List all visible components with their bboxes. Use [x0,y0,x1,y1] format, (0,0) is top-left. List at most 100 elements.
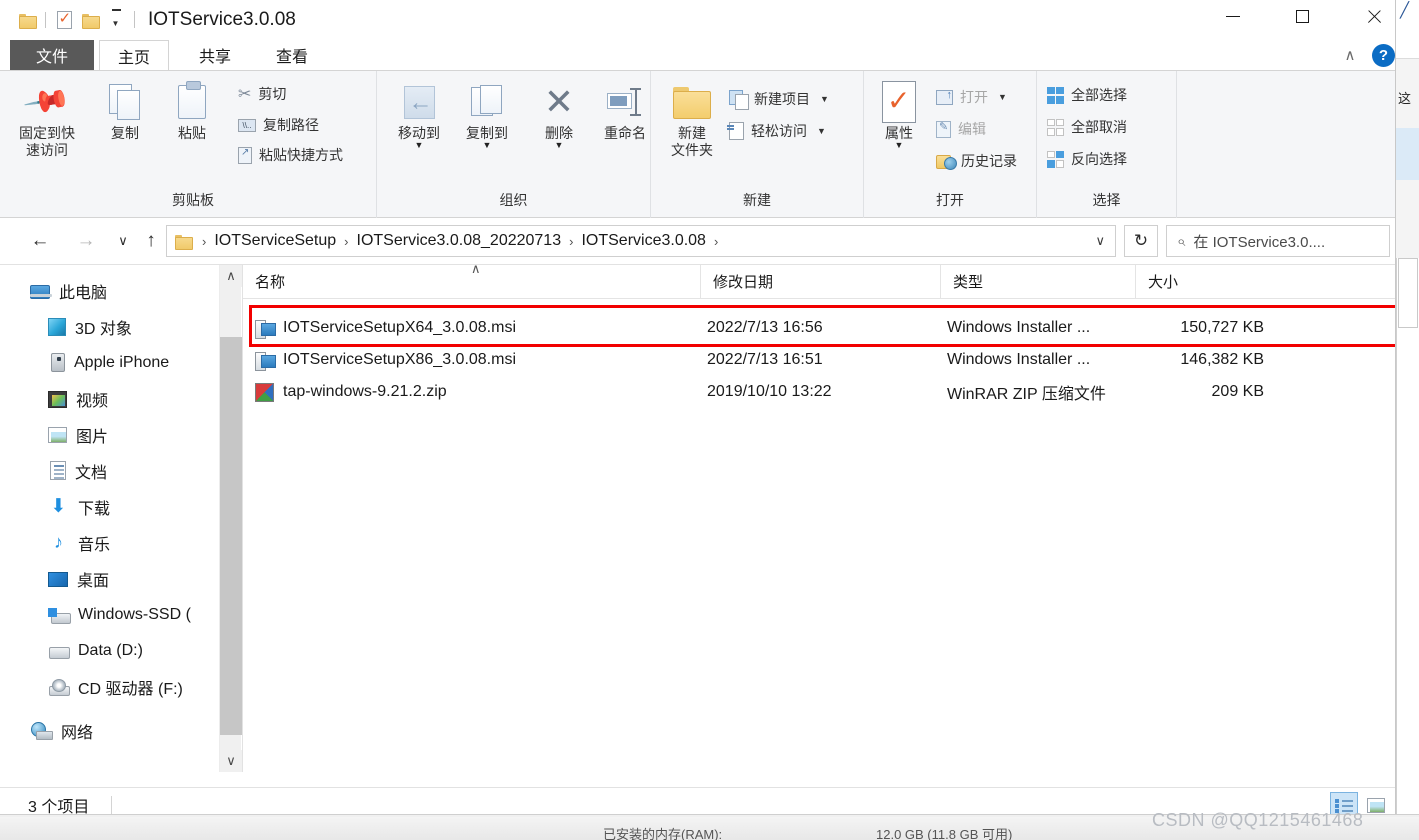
open-button[interactable]: 打开 ▼ [936,87,1007,107]
breadcrumb-item-1[interactable]: IOTService3.0.08_20220713 [357,232,562,250]
easy-access-caret-icon[interactable]: ▼ [817,126,826,136]
sidebar-item-videos[interactable]: 视频 [48,385,108,412]
navigation-pane-scrollbar[interactable]: ∧ ∨ [219,265,242,772]
new-folder-icon[interactable] [77,8,103,32]
column-header-size[interactable]: 大小 [1136,265,1296,298]
copy-to-caret-icon[interactable]: ▼ [483,140,492,150]
history-button[interactable]: 历史记录 [936,151,1017,171]
select-none-button[interactable]: 全部取消 [1047,117,1127,137]
new-item-icon [729,90,749,110]
tab-share[interactable]: 共享 [176,40,254,70]
ribbon-group-clipboard-label: 剪贴板 [172,192,214,208]
paste-button[interactable]: 粘贴 [155,79,229,142]
sidebar-item-data-drive[interactable]: Data (D:) [48,637,143,664]
edit-label: 编辑 [958,121,986,137]
breadcrumb-item-2[interactable]: IOTService3.0.08 [581,232,706,250]
quick-access-toolbar[interactable]: ▼ [14,8,129,32]
help-icon[interactable]: ? [1372,44,1395,67]
move-to-caret-icon[interactable]: ▼ [415,140,424,150]
invert-selection-button[interactable]: 反向选择 [1047,149,1127,169]
tab-view[interactable]: 查看 [253,40,331,70]
watermark: CSDN @QQ1215461468 [1152,810,1364,830]
recent-locations-icon[interactable]: ∨ [110,228,136,254]
scrollbar-thumb[interactable] [220,337,242,735]
cut-button[interactable]: ✂ 剪切 [238,84,286,104]
breadcrumb-item-0[interactable]: IOTServiceSetup [214,232,336,250]
table-row[interactable]: tap-windows-9.21.2.zip 2019/10/10 13:22 … [243,376,1395,408]
file-name-cell[interactable]: IOTServiceSetupX64_3.0.08.msi [255,312,516,344]
new-item-caret-icon[interactable]: ▼ [820,94,829,104]
up-button[interactable]: ↑ [138,228,164,254]
column-header-type[interactable]: 类型 [941,265,1136,298]
column-header-date[interactable]: 修改日期 [701,265,941,298]
maximize-button[interactable] [1279,0,1326,33]
sidebar-item-this-pc[interactable]: 此电脑 [30,277,107,304]
copy-button[interactable]: 复制 [88,79,162,142]
back-button[interactable]: ← [27,228,53,254]
edit-button[interactable]: 编辑 [936,119,986,139]
close-button[interactable] [1350,0,1395,33]
new-item-button[interactable]: 新建项目 ▼ [729,89,829,110]
search-box[interactable]: ⌕ 在 IOTService3.0.... [1166,225,1390,257]
folder-icon[interactable] [14,8,40,32]
navigation-pane[interactable]: 此电脑 3D 对象 Apple iPhone 视频 图片 文档 ⬇ 下载 ♪ 音… [0,265,218,772]
file-list-pane[interactable]: 名称 ∧ 修改日期 类型 大小 IOTServiceSetupX64_3.0.0… [242,261,1395,772]
sidebar-item-3d-objects[interactable]: 3D 对象 [48,313,132,340]
customize-qat-caret-icon[interactable]: ▼ [103,8,129,32]
sidebar-item-label: Apple iPhone [74,353,170,371]
sidebar-item-documents[interactable]: 文档 [48,457,107,484]
file-name-cell[interactable]: IOTServiceSetupX86_3.0.08.msi [255,344,516,376]
file-date-cell: 2022/7/13 16:51 [707,351,823,368]
sidebar-item-label: 图片 [76,428,109,446]
ribbon-group-organize-label: 组织 [499,192,528,208]
scroll-down-icon[interactable]: ∨ [220,750,242,772]
tab-file[interactable]: 文件 [10,40,94,70]
sidebar-item-label: Windows-SSD ( [78,605,191,623]
paste-shortcut-button[interactable]: 粘贴快捷方式 [238,145,343,165]
address-bar[interactable]: › IOTServiceSetup › IOTService3.0.08_202… [166,225,1116,257]
new-folder-button[interactable]: 新建 文件夹 [659,79,725,159]
copy-path-label: 复制路径 [263,117,319,133]
table-row[interactable]: IOTServiceSetupX86_3.0.08.msi 2022/7/13 … [243,344,1395,376]
pin-to-quick-access-button[interactable]: 📌 固定到快 速访问 [10,77,84,159]
file-name-cell[interactable]: tap-windows-9.21.2.zip [255,376,447,408]
search-placeholder: 在 IOTService3.0.... [1193,233,1326,251]
column-header-row: 名称 ∧ 修改日期 类型 大小 [243,261,1395,299]
sidebar-item-apple-iphone[interactable]: Apple iPhone [48,349,169,376]
properties-icon[interactable] [51,8,77,32]
open-caret-icon[interactable]: ▼ [998,92,1007,102]
sidebar-item-network[interactable]: 网络 [30,717,93,744]
sidebar-item-downloads[interactable]: ⬇ 下载 [48,493,110,520]
music-icon: ♪ [54,532,63,552]
address-dropdown-caret-icon[interactable]: ∨ [1095,233,1105,249]
copy-path-button[interactable]: \\.. 复制路径 [238,115,319,135]
select-all-button[interactable]: 全部选择 [1047,85,1127,105]
properties-caret-icon[interactable]: ▼ [895,140,904,150]
forward-button[interactable]: → [73,228,99,254]
sidebar-item-cd-drive[interactable]: CD 驱动器 (F:) [48,673,183,700]
move-to-icon [403,79,435,125]
easy-access-button[interactable]: 轻松访问 ▼ [727,121,826,141]
collapse-ribbon-icon[interactable]: ∧ [1338,43,1362,67]
properties-button[interactable]: 属性 ▼ [868,79,930,150]
copy-to-button[interactable]: 复制到 ▼ [453,79,521,150]
table-row[interactable]: IOTServiceSetupX64_3.0.08.msi 2022/7/13 … [243,312,1395,344]
tab-home[interactable]: 主页 [99,40,169,70]
sidebar-item-label: Data (D:) [78,641,143,659]
scroll-up-icon[interactable]: ∧ [220,265,242,287]
paste-shortcut-icon [238,146,252,164]
title-divider [134,11,135,28]
delete-button[interactable]: ✕ 删除 ▼ [527,79,591,151]
sidebar-item-desktop[interactable]: 桌面 [48,565,109,592]
sidebar-item-windows-ssd[interactable]: Windows-SSD ( [48,601,191,628]
minimize-button[interactable] [1209,0,1256,33]
move-to-button[interactable]: 移动到 ▼ [385,79,453,150]
column-header-name[interactable]: 名称 ∧ [243,261,701,298]
file-explorer-window[interactable]: ▼ IOTService3.0.08 文件 主页 共享 查看 ∧ ? 📌 固定到… [0,0,1396,822]
sidebar-item-music[interactable]: ♪ 音乐 [48,529,110,556]
refresh-button[interactable]: ↻ [1124,225,1158,257]
ribbon-group-new-label: 新建 [743,192,771,208]
delete-caret-icon[interactable]: ▼ [555,140,564,150]
sidebar-item-pictures[interactable]: 图片 [48,421,108,448]
rename-label: 重命名 [604,125,646,141]
